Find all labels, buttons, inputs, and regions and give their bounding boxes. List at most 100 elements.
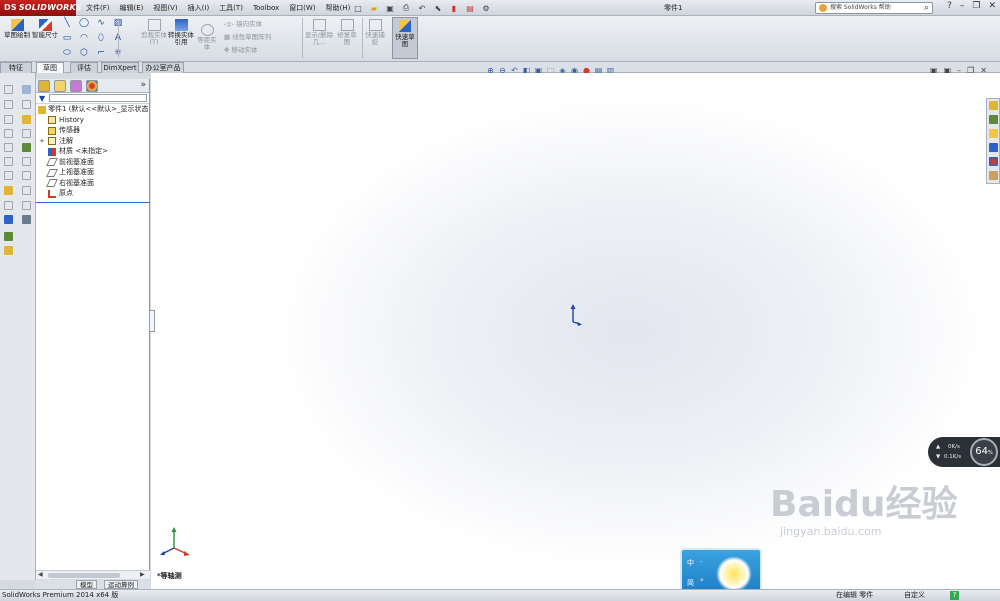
scroll-right-icon[interactable]: ▶ xyxy=(140,571,145,579)
select-icon[interactable]: ⬉ xyxy=(432,2,444,14)
tree-item-history[interactable]: History xyxy=(36,115,149,126)
display-manager-tab-icon[interactable] xyxy=(86,80,98,92)
tree-item-right-plane[interactable]: 右视基准面 xyxy=(36,178,149,189)
configuration-manager-tab-icon[interactable] xyxy=(70,80,82,92)
tab-motion-study[interactable]: 运动算例 xyxy=(104,580,138,589)
trim-button[interactable]: 剪裁实体(T) xyxy=(140,19,168,46)
arc-icon[interactable]: ◠ xyxy=(77,33,91,44)
appearance-icon[interactable] xyxy=(4,232,13,241)
tree-filter-input[interactable] xyxy=(49,94,147,102)
quick-snaps-button[interactable]: 快速捕捉 xyxy=(364,19,386,46)
linear-pattern-button[interactable]: ▦ 线性草图阵列 xyxy=(224,31,271,44)
close-icon[interactable]: ✕ xyxy=(988,1,996,11)
circle-icon[interactable]: ◯ xyxy=(77,18,91,29)
feature-manager-tab-icon[interactable] xyxy=(38,80,50,92)
display-delete-relations-button[interactable]: 显示/删除几... xyxy=(304,19,334,46)
menu-edit[interactable]: 编辑(E) xyxy=(120,3,144,13)
restore-icon[interactable]: ❐ xyxy=(972,1,980,11)
revolve-icon[interactable] xyxy=(4,100,13,109)
custom-properties-icon[interactable] xyxy=(989,171,998,180)
measure-icon[interactable] xyxy=(4,215,13,224)
scroll-left-icon[interactable]: ◀ xyxy=(38,571,43,579)
quick-tips-icon[interactable]: ? xyxy=(950,591,959,600)
ime-punctuation[interactable]: · xyxy=(700,558,702,566)
scene-icon[interactable] xyxy=(4,246,13,255)
solidworks-logo[interactable]: DS SOLIDWORKS xyxy=(0,0,82,16)
wrap-icon[interactable] xyxy=(4,171,13,180)
curves-icon[interactable] xyxy=(4,201,13,210)
design-library-icon[interactable] xyxy=(989,115,998,124)
rollback-bar[interactable] xyxy=(36,202,150,203)
expand-panel-icon[interactable]: » xyxy=(140,80,146,90)
tab-dimxpert[interactable]: DimXpert xyxy=(101,62,139,73)
undo-icon[interactable]: ↶ xyxy=(416,2,428,14)
help-menu-icon[interactable]: ? xyxy=(947,1,952,11)
tree-item-top-plane[interactable]: 上视基准面 xyxy=(36,167,149,178)
tree-item-front-plane[interactable]: 前视基准面 xyxy=(36,157,149,168)
print-icon[interactable]: ⎙ xyxy=(400,2,412,14)
mirror-entities-button[interactable]: ◁▷ 镜向实体 xyxy=(224,18,262,31)
tab-features[interactable]: 特征 xyxy=(0,62,32,73)
open-icon[interactable]: ▰ xyxy=(368,2,380,14)
spline-icon[interactable]: ∿ xyxy=(94,18,108,29)
slot-icon[interactable]: ⬭ xyxy=(60,48,74,59)
tree-item-origin[interactable]: 原点 xyxy=(36,188,149,199)
table-icon[interactable] xyxy=(22,85,31,94)
edit-sketch-icon[interactable] xyxy=(4,186,13,195)
unit-system[interactable]: 自定义 xyxy=(904,590,925,601)
line-icon[interactable]: ╲ xyxy=(60,18,74,29)
file-properties-icon[interactable]: ▤ xyxy=(464,2,476,14)
menu-toolbox[interactable]: Toolbox xyxy=(253,4,279,12)
chamfer-icon[interactable] xyxy=(22,129,31,138)
appearances-icon[interactable] xyxy=(989,157,998,166)
pattern-icon[interactable] xyxy=(22,143,31,152)
sweep-icon[interactable] xyxy=(22,100,31,109)
offset-entities-button[interactable]: 等距实体 xyxy=(196,24,218,51)
reference-geometry-icon[interactable] xyxy=(22,186,31,195)
property-manager-tab-icon[interactable] xyxy=(54,80,66,92)
draft-icon[interactable] xyxy=(22,157,31,166)
loft-icon[interactable] xyxy=(4,115,13,124)
move-entities-button[interactable]: ✥ 移动实体 xyxy=(224,44,258,57)
rectangle-icon[interactable]: ▭ xyxy=(60,33,74,44)
ime-fullwidth[interactable]: ° xyxy=(700,578,704,586)
menu-help[interactable]: 帮助(H) xyxy=(326,3,351,13)
menu-window[interactable]: 窗口(W) xyxy=(289,3,315,13)
rebuild-icon[interactable]: ▮ xyxy=(448,2,460,14)
polygon-icon[interactable]: ⬡ xyxy=(77,48,91,59)
menu-file[interactable]: 文件(F) xyxy=(86,3,110,13)
scroll-thumb[interactable] xyxy=(48,573,120,578)
search-icon[interactable]: ⌕ xyxy=(924,3,929,13)
options-icon[interactable]: ⚙ xyxy=(480,2,492,14)
file-explorer-icon[interactable] xyxy=(989,129,998,138)
minimize-icon[interactable]: – xyxy=(960,1,965,11)
rib-icon[interactable] xyxy=(4,157,13,166)
fillet-feature-icon[interactable] xyxy=(4,129,13,138)
tree-item-annotations[interactable]: + 注解 xyxy=(36,136,149,147)
ellipse-icon[interactable]: ⬯ xyxy=(94,33,108,44)
tree-horizontal-scrollbar[interactable]: ◀ ▶ xyxy=(36,570,150,579)
tab-sketch[interactable]: 草图 xyxy=(36,62,64,73)
rapid-sketch-button[interactable]: 快速草图 xyxy=(392,17,418,59)
ime-simplified[interactable]: 简 xyxy=(687,578,694,588)
network-speed-widget[interactable]: ▲ 0K/s ▼ 0.1K/s 64% xyxy=(928,437,1000,467)
solidworks-resources-icon[interactable] xyxy=(989,101,998,110)
tree-root-part[interactable]: 零件1 (默认<<默认>_显示状态 xyxy=(36,104,149,115)
instant3d-icon[interactable] xyxy=(22,201,31,210)
shell-icon[interactable] xyxy=(4,143,13,152)
tree-item-material[interactable]: 材质 <未指定> xyxy=(36,146,149,157)
tab-model[interactable]: 模型 xyxy=(76,580,97,589)
tab-office-products[interactable]: 办公室产品 xyxy=(142,62,184,73)
repair-sketch-button[interactable]: 修复草图 xyxy=(336,19,358,46)
view-palette-icon[interactable] xyxy=(989,143,998,152)
expand-icon[interactable]: + xyxy=(39,136,45,147)
convert-entities-button[interactable]: 转换实体引用 xyxy=(168,19,194,46)
dome-icon[interactable] xyxy=(22,171,31,180)
panel-splitter-handle[interactable] xyxy=(149,310,155,332)
tab-evaluate[interactable]: 评估 xyxy=(70,62,98,73)
fillet-icon[interactable]: ⌐ xyxy=(94,48,108,59)
sketch-button[interactable]: 草图绘制 xyxy=(4,19,30,39)
save-icon[interactable]: ▣ xyxy=(384,2,396,14)
smart-dimension-button[interactable]: 智能尺寸 xyxy=(32,19,58,39)
menu-view[interactable]: 视图(V) xyxy=(153,3,177,13)
